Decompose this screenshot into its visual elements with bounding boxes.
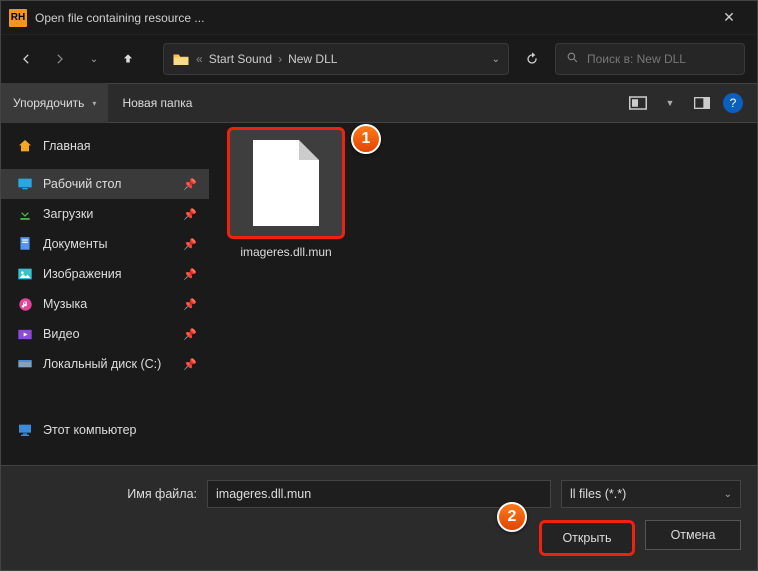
bottom-panel: Имя файла: ll files (*.*) ⌄ 2 Открыть От… — [1, 465, 757, 570]
view-mode-button[interactable] — [627, 92, 649, 114]
pin-icon: 📌 — [183, 328, 197, 341]
window-title: Open file containing resource ... — [35, 11, 709, 25]
organize-menu[interactable]: Упорядочить — [1, 83, 108, 123]
open-button[interactable]: Открыть — [539, 520, 635, 556]
cancel-button[interactable]: Отмена — [645, 520, 741, 550]
sidebar-item-music[interactable]: Музыка 📌 — [1, 289, 209, 319]
view-dropdown-icon[interactable]: ▼ — [659, 92, 681, 114]
pin-icon: 📌 — [183, 178, 197, 191]
desktop-icon — [17, 176, 33, 192]
sidebar-item-video[interactable]: Видео 📌 — [1, 319, 209, 349]
sidebar-item-desktop[interactable]: Рабочий стол 📌 — [1, 169, 209, 199]
crumb-start-sound[interactable]: Start Sound — [209, 52, 272, 66]
search-input[interactable]: Поиск в: New DLL — [555, 43, 745, 75]
downloads-icon — [17, 206, 33, 222]
pictures-icon — [17, 266, 33, 282]
sidebar-item-downloads[interactable]: Загрузки 📌 — [1, 199, 209, 229]
breadcrumb-sep-icon: « — [196, 52, 203, 66]
callout-badge-2: 2 — [497, 502, 527, 532]
close-button[interactable]: ✕ — [709, 9, 749, 26]
chevron-down-icon[interactable]: ⌄ — [492, 54, 500, 65]
breadcrumb[interactable]: « Start Sound › New DLL ⌄ — [163, 43, 509, 75]
refresh-button[interactable] — [517, 43, 547, 75]
search-placeholder: Поиск в: New DLL — [587, 52, 686, 66]
app-icon: RH — [9, 9, 27, 27]
disk-icon — [17, 356, 33, 372]
chevron-down-icon: ⌄ — [724, 489, 732, 500]
filename-input[interactable] — [207, 480, 551, 508]
filename-label: Имя файла: — [17, 487, 197, 501]
video-icon — [17, 326, 33, 342]
file-thumbnail[interactable]: 1 — [227, 127, 345, 239]
help-button[interactable]: ? — [723, 93, 743, 113]
crumb-new-dll[interactable]: New DLL — [288, 52, 337, 66]
chevron-right-icon: › — [278, 52, 282, 66]
recent-dropdown[interactable]: ⌄ — [81, 46, 107, 72]
new-folder-button[interactable]: Новая папка — [108, 96, 206, 110]
search-icon — [566, 51, 579, 67]
file-item[interactable]: 1 imageres.dll.mun — [227, 127, 345, 259]
up-button[interactable] — [115, 46, 141, 72]
home-icon — [17, 138, 33, 154]
pin-icon: 📌 — [183, 358, 197, 371]
sidebar-item-this-pc[interactable]: Этот компьютер — [1, 415, 209, 445]
open-file-dialog: RH Open file containing resource ... ✕ ⌄… — [0, 0, 758, 571]
document-icon — [253, 140, 319, 226]
pin-icon: 📌 — [183, 268, 197, 281]
sidebar-item-pictures[interactable]: Изображения 📌 — [1, 259, 209, 289]
sidebar-item-local-disk[interactable]: Локальный диск (C:) 📌 — [1, 349, 209, 379]
file-pane[interactable]: 1 imageres.dll.mun — [209, 123, 757, 465]
toolbar: Упорядочить Новая папка ▼ ? — [1, 83, 757, 123]
forward-button[interactable] — [47, 46, 73, 72]
file-label: imageres.dll.mun — [227, 245, 345, 259]
sidebar: Главная Рабочий стол 📌 Загрузки 📌 Докуме… — [1, 123, 209, 465]
preview-pane-button[interactable] — [691, 92, 713, 114]
nav-bar: ⌄ « Start Sound › New DLL ⌄ Поиск в: New… — [1, 35, 757, 83]
callout-badge-1: 1 — [351, 124, 381, 154]
folder-icon — [172, 51, 190, 67]
sidebar-item-documents[interactable]: Документы 📌 — [1, 229, 209, 259]
back-button[interactable] — [13, 46, 39, 72]
pc-icon — [17, 422, 33, 438]
music-icon — [17, 296, 33, 312]
title-bar: RH Open file containing resource ... ✕ — [1, 1, 757, 35]
pin-icon: 📌 — [183, 298, 197, 311]
file-type-filter[interactable]: ll files (*.*) ⌄ — [561, 480, 741, 508]
pin-icon: 📌 — [183, 238, 197, 251]
sidebar-item-home[interactable]: Главная — [1, 131, 209, 161]
dialog-body: Главная Рабочий стол 📌 Загрузки 📌 Докуме… — [1, 123, 757, 465]
pin-icon: 📌 — [183, 208, 197, 221]
documents-icon — [17, 236, 33, 252]
